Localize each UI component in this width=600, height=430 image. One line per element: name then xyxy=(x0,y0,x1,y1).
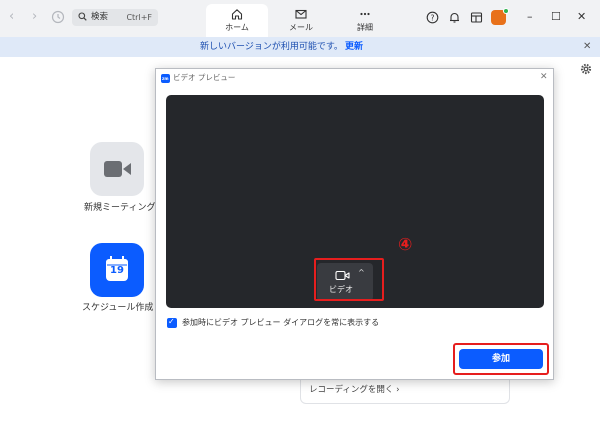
title-bar: ‹ › 検索 Ctrl+F ホーム メール 詳細 ? – ☐ ✕ xyxy=(0,0,600,37)
update-banner: 新しいバージョンが利用可能です。 更新 ✕ xyxy=(0,37,600,57)
tab-more-label: 詳細 xyxy=(357,23,373,32)
tab-home-label: ホーム xyxy=(225,23,249,32)
bell-icon[interactable] xyxy=(448,11,461,24)
home-icon xyxy=(231,9,243,20)
help-icon[interactable]: ? xyxy=(426,11,439,24)
calendar-date: 19 xyxy=(110,265,124,276)
forward-button[interactable]: › xyxy=(32,10,37,24)
close-window-button[interactable]: ✕ xyxy=(577,10,586,24)
more-icon xyxy=(360,12,370,16)
gear-icon[interactable] xyxy=(580,63,592,75)
video-button-highlight xyxy=(314,258,384,301)
video-preview-dialog: zm ビデオ プレビュー ✕ ④ ^ ビデオ ✓ 参加時にビデオ プレビュー ダ… xyxy=(155,68,554,380)
search-icon xyxy=(78,12,87,21)
whiteboard-icon[interactable] xyxy=(470,11,483,24)
checkmark-icon: ✓ xyxy=(168,317,175,326)
search-shortcut: Ctrl+F xyxy=(126,13,152,22)
step-number-annotation: ④ xyxy=(398,235,413,255)
maximize-button[interactable]: ☐ xyxy=(551,10,561,24)
schedule-label: スケジュール作成 xyxy=(82,303,154,313)
tab-more[interactable]: 詳細 xyxy=(334,4,396,37)
video-camera-icon xyxy=(104,161,131,177)
tab-home[interactable]: ホーム xyxy=(206,4,268,37)
join-button[interactable]: 参加 xyxy=(459,349,543,369)
tab-mail-label: メール xyxy=(289,23,313,32)
history-icon[interactable] xyxy=(51,10,65,24)
open-recordings-label: レコーディングを開く › xyxy=(309,385,400,395)
always-show-preview-label: 参加時にビデオ プレビュー ダイアログを常に表示する xyxy=(182,318,380,327)
back-button[interactable]: ‹ xyxy=(9,10,14,24)
new-meeting-label: 新規ミーティング xyxy=(84,203,156,213)
new-meeting-button[interactable] xyxy=(90,142,144,196)
minimize-button[interactable]: – xyxy=(527,10,533,24)
search-box[interactable]: 検索 Ctrl+F xyxy=(72,9,158,26)
svg-text:?: ? xyxy=(431,13,435,22)
search-label: 検索 xyxy=(91,12,109,22)
dialog-title: ビデオ プレビュー xyxy=(173,73,236,82)
open-recordings-link[interactable]: レコーディングを開く › xyxy=(300,378,510,404)
update-link[interactable]: 更新 xyxy=(345,41,363,53)
banner-close-button[interactable]: ✕ xyxy=(583,41,591,53)
presence-status-icon xyxy=(503,8,509,14)
dialog-close-button[interactable]: ✕ xyxy=(540,72,548,83)
mail-icon xyxy=(295,9,307,19)
update-message: 新しいバージョンが利用可能です。 xyxy=(200,42,343,52)
tab-mail[interactable]: メール xyxy=(270,4,332,37)
zoom-logo-icon: zm xyxy=(161,74,170,83)
always-show-preview-checkbox[interactable]: ✓ xyxy=(167,317,177,328)
